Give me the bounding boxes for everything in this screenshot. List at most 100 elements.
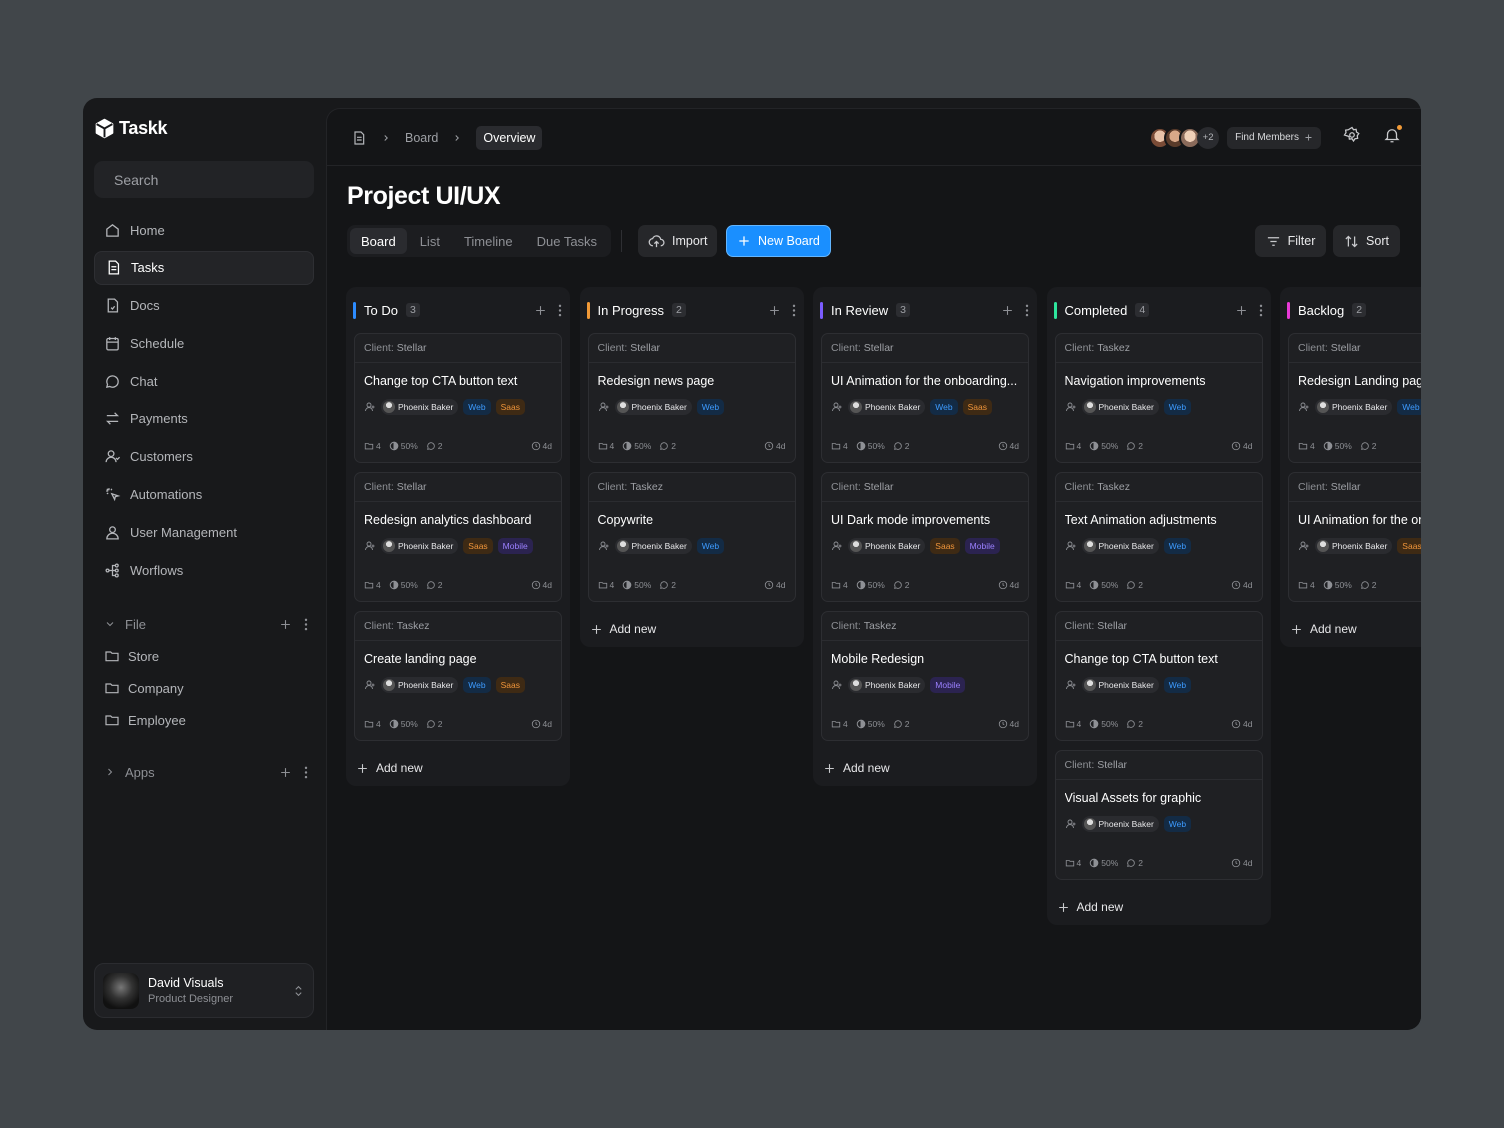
assignee-icon[interactable] <box>364 540 376 552</box>
task-card[interactable]: Client: Stellar Redesign news page Phoenix … <box>587 333 796 463</box>
sidebar-item-customers[interactable]: Customers <box>94 440 314 474</box>
assignee-icon[interactable] <box>1065 540 1077 552</box>
assignee-chip[interactable]: Phoenix Baker <box>1081 816 1159 832</box>
tag-saas[interactable]: Saas <box>495 677 525 693</box>
task-card[interactable]: Client: Stellar UI Dark mode improvements P… <box>821 472 1029 602</box>
sidebar-item-docs[interactable]: Docs <box>94 289 314 323</box>
folder-item-employee[interactable]: Employee <box>104 708 186 732</box>
sidebar-item-worflows[interactable]: Worflows <box>94 553 314 587</box>
add-new-button[interactable]: Add new <box>580 611 804 647</box>
plus-icon[interactable] <box>534 304 547 317</box>
more-vertical-icon[interactable] <box>304 766 308 779</box>
assignee-icon[interactable] <box>1065 401 1077 413</box>
plus-icon[interactable] <box>1001 304 1014 317</box>
assignee-chip[interactable]: Phoenix Baker <box>1081 538 1159 554</box>
member-avatars[interactable]: +2 Find Members <box>1149 126 1321 149</box>
more-vertical-icon[interactable] <box>558 304 562 317</box>
assignee-icon[interactable] <box>831 540 843 552</box>
task-card[interactable]: Client: Stellar Redesign analytics dashboa… <box>354 472 562 602</box>
assignee-icon[interactable] <box>598 540 610 552</box>
task-card[interactable]: Client:Stellar UI Animation for the onboa… <box>1288 472 1421 602</box>
chevron-up-down-icon[interactable] <box>292 983 305 999</box>
user-profile-card[interactable]: David Visuals Product Designer <box>94 963 314 1018</box>
tag-web[interactable]: Web <box>1163 538 1192 554</box>
task-card[interactable]: Client: Taskez Navigation improvements Phoe… <box>1054 333 1263 463</box>
tab-due-tasks[interactable]: Due Tasks <box>526 228 608 254</box>
add-new-button[interactable]: Add new <box>1047 889 1271 925</box>
task-card[interactable]: Client: Taskez Create landing page Phoenix … <box>354 611 562 741</box>
tag-mobile[interactable]: Mobile <box>930 677 966 693</box>
folder-item-company[interactable]: Company <box>104 676 184 700</box>
assignee-icon[interactable] <box>1298 540 1310 552</box>
new-board-button[interactable]: New Board <box>726 225 831 257</box>
apps-section-header[interactable]: Apps <box>94 759 314 785</box>
assignee-icon[interactable] <box>1065 818 1077 830</box>
assignee-chip[interactable]: Phoenix Baker <box>381 399 459 415</box>
assignee-chip[interactable]: Phoenix Baker <box>1315 538 1393 554</box>
task-card[interactable]: Client: Taskez Mobile Redesign Phoenix Bake… <box>821 611 1029 741</box>
assignee-chip[interactable]: Phoenix Baker <box>614 399 692 415</box>
task-card[interactable]: Client: Stellar Visual Assets for graphic P… <box>1054 750 1263 880</box>
sidebar-item-payments[interactable]: Payments <box>94 402 314 436</box>
tag-saas[interactable]: Saas <box>962 399 992 415</box>
assignee-chip[interactable]: Phoenix Baker <box>1081 677 1159 693</box>
tag-mobile[interactable]: Mobile <box>497 538 533 554</box>
assignee-chip[interactable]: Phoenix Baker <box>848 538 926 554</box>
assignee-chip[interactable]: Phoenix Baker <box>848 399 926 415</box>
assignee-icon[interactable] <box>831 679 843 691</box>
tag-saas[interactable]: Saas <box>463 538 493 554</box>
assignee-icon[interactable] <box>364 401 376 413</box>
tag-web[interactable]: Web <box>696 538 725 554</box>
task-card[interactable]: Client: Taskez Copywrite Phoenix Baker Web 4 5… <box>587 472 796 602</box>
plus-icon[interactable] <box>279 618 292 631</box>
tab-timeline[interactable]: Timeline <box>453 228 524 254</box>
import-button[interactable]: Import <box>638 225 718 257</box>
filter-button[interactable]: Filter <box>1255 225 1326 257</box>
file-section-header[interactable]: File <box>94 611 314 637</box>
sidebar-item-home[interactable]: Home <box>94 213 314 247</box>
chevron-right-icon[interactable] <box>104 766 116 778</box>
sort-button[interactable]: Sort <box>1333 225 1400 257</box>
task-card[interactable]: Client:Stellar UI Animation for the onboa… <box>821 333 1029 463</box>
tab-list[interactable]: List <box>409 228 451 254</box>
add-new-button[interactable]: Add new <box>813 750 1037 786</box>
assignee-icon[interactable] <box>1065 679 1077 691</box>
add-new-button[interactable]: Add new <box>1280 611 1421 647</box>
assignee-chip[interactable]: Phoenix Baker <box>381 677 459 693</box>
assignee-icon[interactable] <box>364 679 376 691</box>
assignee-chip[interactable]: Phoenix Baker <box>381 538 459 554</box>
tag-saas[interactable]: Saas <box>930 538 960 554</box>
breadcrumb-board[interactable]: Board <box>405 131 438 145</box>
plus-icon[interactable] <box>279 766 292 779</box>
assignee-chip[interactable]: Phoenix Baker <box>1315 399 1393 415</box>
tag-web[interactable]: Web <box>696 399 725 415</box>
assignee-chip[interactable]: Phoenix Baker <box>614 538 692 554</box>
notifications-button[interactable] <box>1383 125 1402 149</box>
assignee-chip[interactable]: Phoenix Baker <box>848 677 926 693</box>
chevron-down-icon[interactable] <box>104 618 116 630</box>
tag-saas[interactable]: Saas <box>495 399 525 415</box>
tag-mobile[interactable]: Mobile <box>964 538 1000 554</box>
app-logo[interactable]: Taskk <box>94 118 168 139</box>
sidebar-item-chat[interactable]: Chat <box>94 364 314 398</box>
tag-web[interactable]: Web <box>463 677 491 693</box>
assignee-icon[interactable] <box>598 401 610 413</box>
document-icon[interactable] <box>351 130 367 146</box>
tag-web[interactable]: Web <box>1163 816 1192 832</box>
tab-board[interactable]: Board <box>350 228 407 254</box>
task-card[interactable]: Client: Stellar Change top CTA button text… <box>354 333 562 463</box>
more-vertical-icon[interactable] <box>1259 304 1263 317</box>
task-card[interactable]: Client: Stellar Redesign Landing page Phoen… <box>1288 333 1421 463</box>
tag-web[interactable]: Web <box>1397 399 1421 415</box>
sidebar-item-schedule[interactable]: Schedule <box>94 326 314 360</box>
sidebar-item-user-management[interactable]: User Management <box>94 515 314 549</box>
breadcrumb-overview[interactable]: Overview <box>476 126 543 150</box>
assignee-chip[interactable]: Phoenix Baker <box>1081 399 1159 415</box>
assignee-icon[interactable] <box>1298 401 1310 413</box>
tag-saas[interactable]: Saas <box>1397 538 1421 554</box>
add-new-button[interactable]: Add new <box>346 750 570 786</box>
search-bar[interactable] <box>94 161 314 198</box>
plus-icon[interactable] <box>1235 304 1248 317</box>
task-card[interactable]: Client: Stellar Change top CTA button text… <box>1054 611 1263 741</box>
plus-icon[interactable] <box>768 304 781 317</box>
